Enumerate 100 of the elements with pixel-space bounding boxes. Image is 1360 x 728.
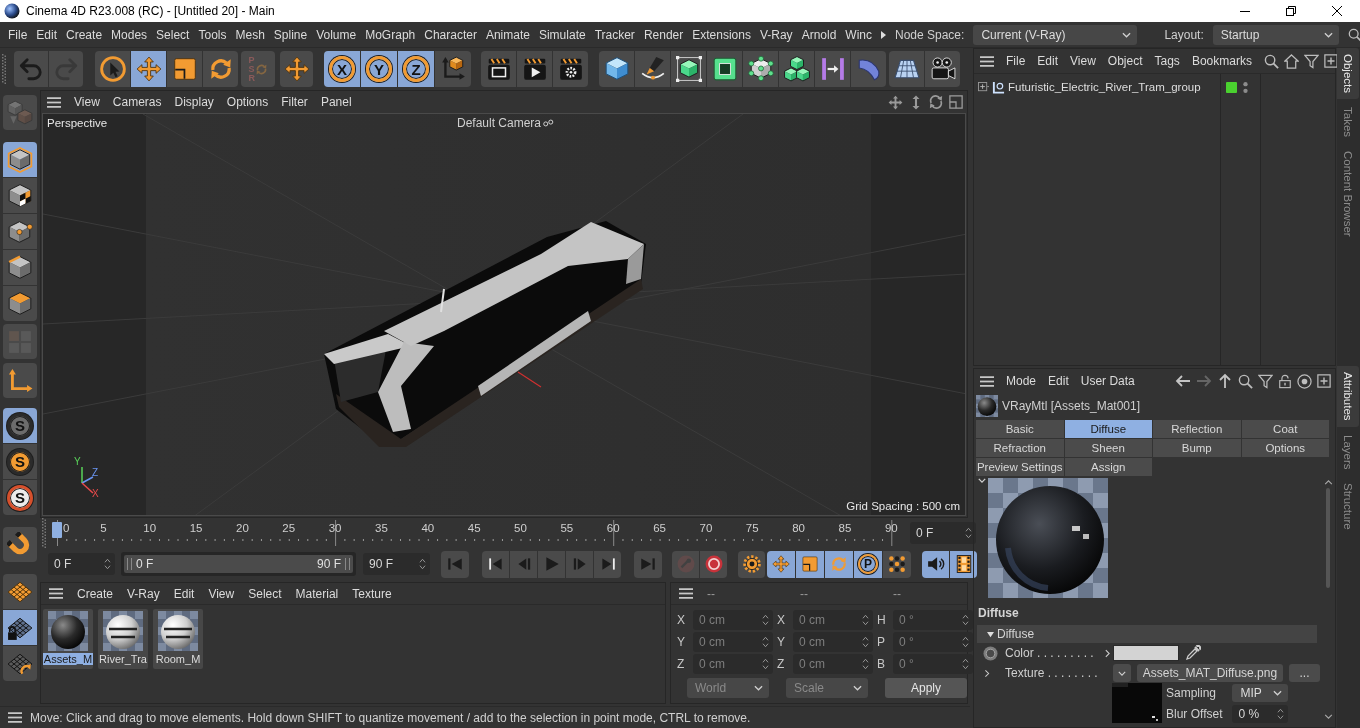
filter-icon[interactable] — [1303, 53, 1319, 69]
key-point-level-button[interactable] — [883, 550, 911, 578]
object-menu-item[interactable]: Edit — [1037, 51, 1059, 71]
orbit-view-icon[interactable] — [929, 95, 943, 109]
menu-item[interactable]: Modes — [111, 24, 148, 45]
object-menu-item[interactable]: Bookmarks — [1191, 51, 1252, 71]
side-tab[interactable]: Takes — [1337, 101, 1359, 144]
texture-file-button[interactable]: Assets_MAT_Diffuse.png — [1137, 664, 1283, 682]
menu-item[interactable]: Winc — [845, 24, 872, 45]
model-mode-button[interactable] — [3, 142, 37, 177]
expand-plus-icon[interactable] — [978, 81, 989, 93]
attribute-menu-item[interactable]: Mode — [1006, 371, 1037, 391]
menu-item[interactable]: Tracker — [594, 24, 635, 45]
key-rotation-button[interactable] — [825, 550, 853, 578]
menu-icon[interactable] — [679, 588, 693, 599]
axis-lock-button[interactable]: Z — [398, 51, 434, 87]
key-parameter-button[interactable]: P — [854, 550, 882, 578]
end-frame-field[interactable]: 90 F — [363, 553, 430, 575]
new-panel-icon[interactable] — [1317, 374, 1331, 388]
film-button[interactable] — [950, 550, 977, 578]
go-to-start-button[interactable] — [441, 550, 469, 578]
next-key-button[interactable] — [594, 550, 621, 578]
attribute-tab[interactable]: Basic — [976, 420, 1064, 438]
pan-view-icon[interactable] — [888, 94, 903, 110]
side-tab[interactable]: Objects — [1337, 48, 1359, 99]
attribute-menu-item[interactable]: Edit — [1048, 371, 1069, 391]
render-view-button[interactable] — [481, 51, 516, 87]
group-header[interactable]: Diffuse — [977, 625, 1317, 643]
solo-single-button[interactable]: S — [3, 444, 37, 479]
viewport-menu-item[interactable]: Filter — [281, 92, 308, 112]
timeline-ruler[interactable]: 0 5 10 15 20 25 30 35 40 45 50 55 60 65 70 75 80 85 90 — [50, 520, 906, 546]
menu-item[interactable]: Select — [156, 24, 190, 45]
points-mode-button[interactable] — [3, 214, 37, 249]
solo-hierarchy-button[interactable]: S — [3, 480, 37, 515]
menu-item[interactable]: Animate — [485, 24, 530, 45]
snap-button[interactable] — [3, 527, 37, 562]
viewport-menu-item[interactable]: View — [74, 92, 100, 112]
side-tab[interactable]: Layers — [1337, 428, 1359, 476]
viewport-menu-item[interactable]: Display — [174, 92, 214, 112]
menu-icon[interactable] — [47, 96, 61, 108]
field-button[interactable] — [851, 51, 886, 87]
axis-lock-button[interactable]: Y — [361, 51, 397, 87]
viewport-menu-item[interactable]: Panel — [320, 92, 352, 112]
search-icon[interactable] — [1238, 373, 1253, 389]
material-menu-item[interactable]: V-Ray — [127, 583, 160, 604]
material-menu-item[interactable]: Texture — [352, 583, 392, 604]
home-icon[interactable] — [1283, 53, 1299, 69]
target-icon[interactable] — [1297, 373, 1312, 389]
rotate-button[interactable] — [203, 51, 238, 87]
menu-icon[interactable] — [980, 55, 994, 67]
attribute-tab[interactable]: Options — [1241, 439, 1329, 457]
attribute-menu-item[interactable]: User Data — [1080, 371, 1135, 391]
camera-button[interactable] — [925, 51, 960, 87]
menu-item[interactable]: File — [8, 24, 28, 45]
menu-item[interactable]: Simulate — [538, 24, 586, 45]
sampling-dropdown[interactable]: MIP — [1232, 683, 1289, 702]
menu-item[interactable]: Render — [643, 24, 684, 45]
arrow-left-icon[interactable] — [1175, 373, 1191, 389]
material-menu-item[interactable]: Material — [295, 583, 339, 604]
attribute-tab[interactable]: Sheen — [1064, 439, 1152, 457]
color-swatch[interactable] — [1113, 645, 1179, 661]
material-menu-item[interactable]: Select — [248, 583, 282, 604]
side-tab[interactable]: Content Browser — [1337, 145, 1359, 243]
attribute-tab[interactable]: Refraction — [976, 439, 1064, 457]
polygons-mode-button[interactable] — [3, 286, 37, 321]
workplane-rotate-button[interactable] — [3, 646, 37, 681]
material-tile[interactable]: Room_M — [153, 609, 203, 669]
object-menu-item[interactable]: Tags — [1154, 51, 1180, 71]
autokey-button[interactable] — [700, 550, 727, 578]
chevron-right-icon[interactable] — [983, 668, 991, 678]
object-menu-item[interactable]: View — [1070, 51, 1096, 71]
lock-icon[interactable] — [1278, 373, 1292, 389]
new-panel-icon[interactable] — [1323, 54, 1338, 68]
search-icon[interactable] — [1347, 27, 1360, 42]
subdivision-button[interactable] — [671, 51, 706, 87]
viewport-menu-item[interactable]: Options — [226, 92, 269, 112]
menu-item[interactable]: Arnold — [801, 24, 837, 45]
attribute-tab[interactable]: Preview Settings — [976, 458, 1064, 476]
square-indicator-icon[interactable] — [1226, 81, 1237, 93]
lock-workplane-button[interactable] — [3, 610, 37, 645]
side-tab[interactable]: Attributes — [1337, 366, 1359, 427]
key-position-button[interactable] — [767, 550, 795, 578]
layout-dropdown[interactable]: Startup — [1212, 24, 1339, 45]
scroll-up-icon[interactable] — [1323, 480, 1333, 485]
floor-button[interactable] — [889, 51, 924, 87]
eyedropper-icon[interactable] — [1185, 645, 1201, 661]
menu-item[interactable]: Edit — [36, 24, 58, 45]
live-selection-button[interactable] — [95, 51, 130, 87]
viewport-menu-item[interactable]: Cameras — [112, 92, 162, 112]
attribute-tab[interactable]: Diffuse — [1064, 420, 1152, 438]
filter-icon[interactable] — [1258, 373, 1273, 389]
material-menu-item[interactable]: Edit — [173, 583, 195, 604]
material-tile[interactable]: River_Tra — [98, 609, 148, 669]
key-settings-button[interactable] — [738, 550, 765, 578]
blur-offset-field[interactable]: 0 % — [1232, 704, 1289, 723]
texture-menu-button[interactable] — [1113, 664, 1131, 682]
menu-item[interactable]: V-Ray — [759, 24, 793, 45]
menu-item[interactable]: Extensions — [692, 24, 751, 45]
menu-item[interactable]: MoGraph — [365, 24, 416, 45]
object-name[interactable]: Futuristic_Electric_River_Tram_group — [1008, 81, 1201, 93]
